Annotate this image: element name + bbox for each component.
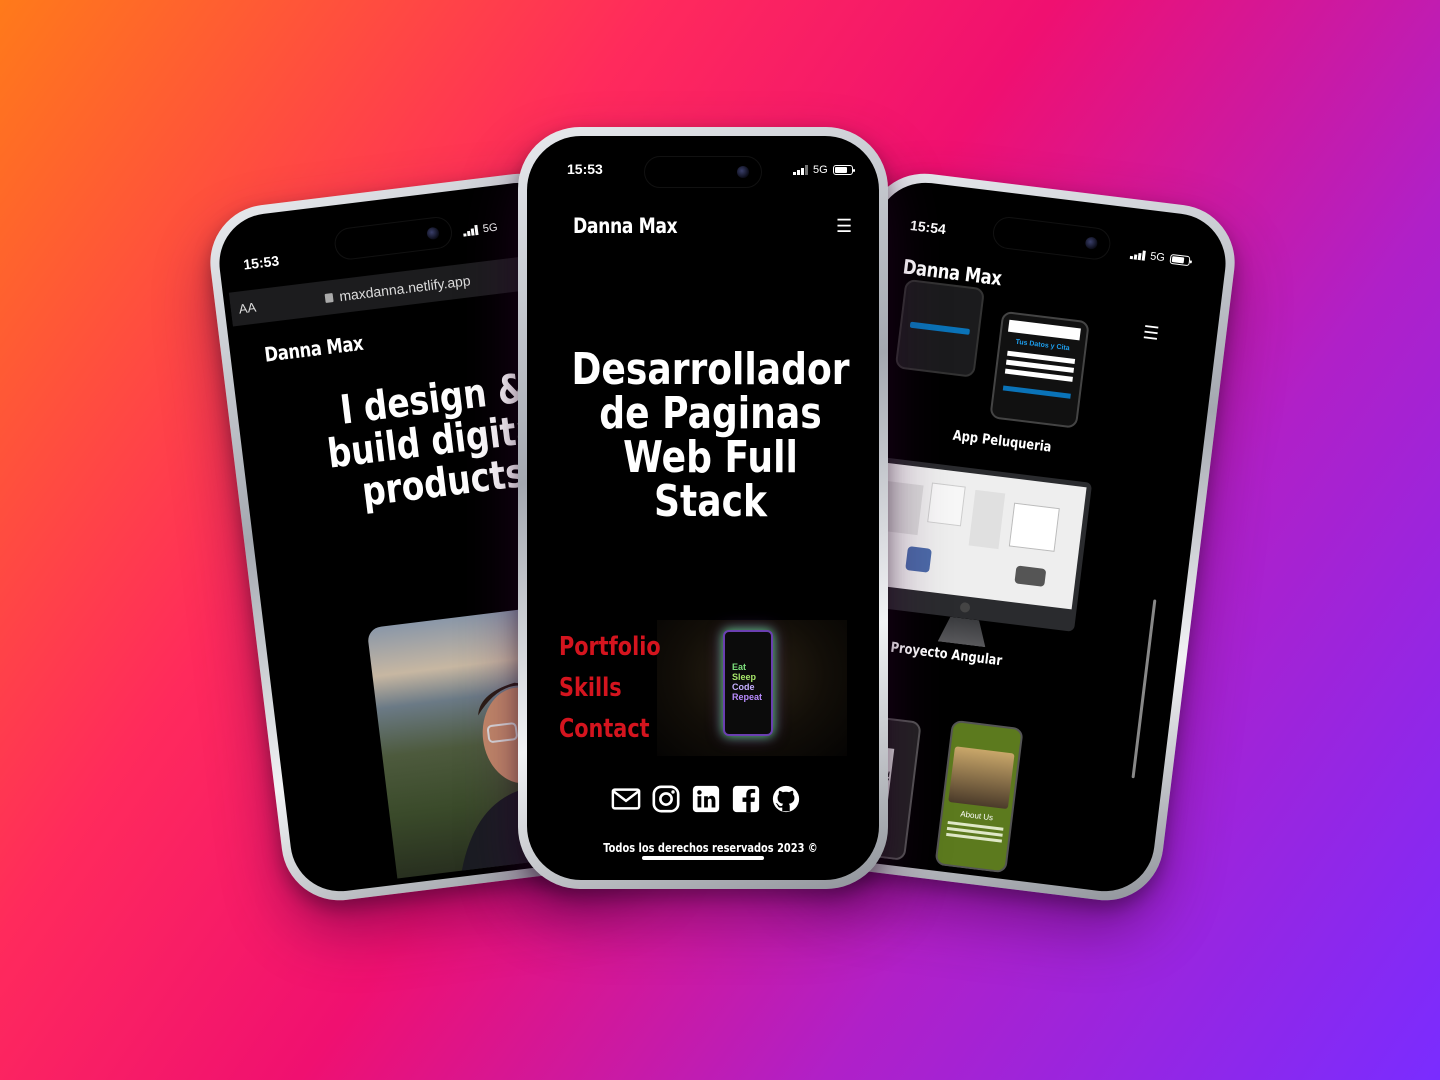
nav-skills-link[interactable]: Skills	[559, 673, 661, 704]
project-thumb-phone: Tus Datos y Cita	[989, 310, 1090, 429]
art-word: Code	[732, 682, 755, 692]
status-time: 15:53	[567, 161, 603, 177]
art-word: Eat	[732, 662, 747, 672]
camera-icon	[426, 226, 440, 241]
hero-line: Stack	[654, 476, 767, 527]
project-card-peluqueria[interactable]: Tus Datos y Cita App Peluqueria	[885, 278, 1112, 473]
hero-line: Desarrollador	[571, 344, 850, 395]
lock-icon	[324, 292, 334, 303]
text-size-button[interactable]: AA	[238, 299, 257, 316]
center-phone-screen: 15:53 5G Danna Max ☰ Desarrollador de Pa…	[533, 142, 873, 874]
facebook-icon[interactable]	[731, 784, 761, 814]
hamburger-icon[interactable]: ☰	[1142, 322, 1160, 345]
art-word: Sleep	[732, 672, 757, 682]
apple-logo-icon	[959, 601, 971, 614]
main-nav: Portfolio Skills Contact	[559, 632, 686, 745]
phone-art-device: Eat Sleep Code Repeat	[723, 630, 773, 736]
mockup-background: { "colors": { "bg_gradient": ["#ff7a1a",…	[0, 0, 1440, 1080]
art-word: Repeat	[732, 692, 763, 702]
signal-icon	[793, 165, 808, 175]
linkedin-icon[interactable]	[691, 784, 721, 814]
imac-screen	[863, 461, 1087, 610]
hero-heading: Desarrollador de Paginas Web Full Stack	[565, 348, 856, 524]
home-indicator[interactable]	[642, 856, 764, 860]
scrollbar[interactable]	[1131, 599, 1157, 779]
project-caption: App Peluqueria	[951, 427, 1053, 456]
status-time: 15:54	[909, 216, 947, 238]
battery-icon	[832, 165, 855, 175]
project-thumb-phone: About Us	[934, 719, 1024, 874]
status-indicators: 5G	[462, 222, 498, 238]
nav-contact-link[interactable]: Contact	[559, 714, 661, 745]
project-thumb-phone	[894, 278, 986, 378]
signal-icon	[462, 224, 479, 237]
project-caption: Proyecto Angular	[889, 639, 1003, 670]
social-links	[611, 784, 801, 814]
dynamic-island	[332, 215, 454, 262]
mail-icon[interactable]	[611, 784, 641, 814]
camera-icon	[737, 166, 749, 178]
url-text[interactable]: maxdanna.netlify.app	[338, 272, 471, 304]
github-icon[interactable]	[771, 784, 801, 814]
dynamic-island	[991, 215, 1113, 262]
hero-line: Web Full	[623, 432, 798, 483]
site-logo[interactable]: Danna Max	[263, 331, 364, 367]
status-indicators: 5G	[793, 164, 855, 176]
network-label: 5G	[813, 164, 828, 176]
hero-line: de Paginas	[599, 388, 822, 439]
battery-icon	[1169, 253, 1191, 267]
network-label: 5G	[482, 221, 499, 236]
camera-icon	[1084, 236, 1099, 250]
center-phone-mockup: 15:53 5G Danna Max ☰ Desarrollador de Pa…	[518, 127, 888, 889]
network-label: 5G	[1149, 250, 1166, 265]
status-time: 15:53	[242, 252, 280, 273]
site-logo[interactable]: Danna Max	[573, 214, 678, 238]
hamburger-icon[interactable]: ☰	[836, 216, 852, 237]
dynamic-island	[644, 156, 762, 188]
footer-copyright: Todos los derechos reservados 2023 ©	[603, 841, 818, 855]
signal-icon	[1129, 249, 1146, 261]
nav-portfolio-link[interactable]: Portfolio	[559, 632, 661, 663]
imac-mockup	[855, 456, 1093, 632]
instagram-icon[interactable]	[651, 784, 681, 814]
status-indicators: 5G	[1129, 248, 1191, 267]
